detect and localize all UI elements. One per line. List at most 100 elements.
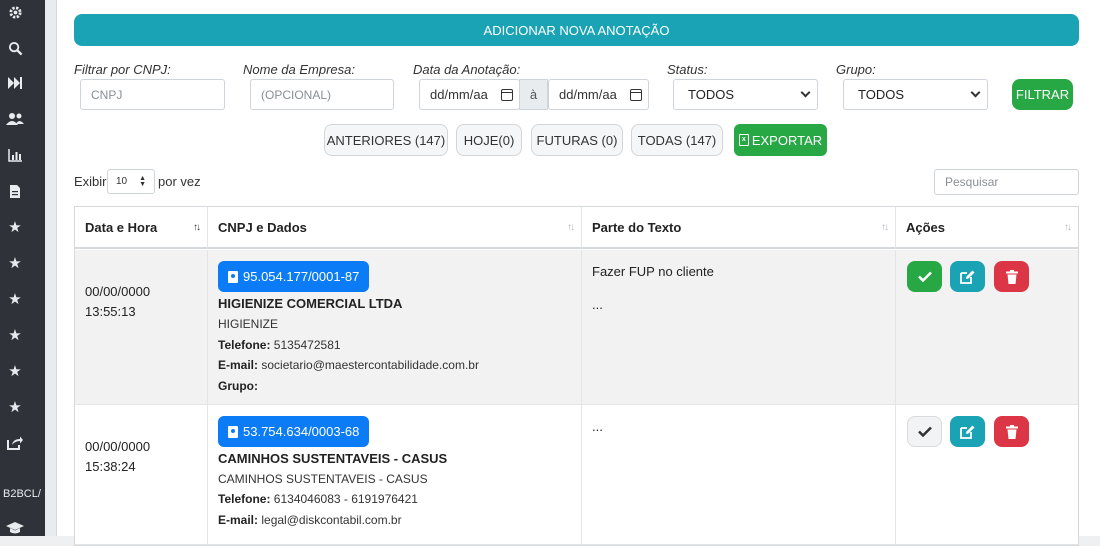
delete-button[interactable] (994, 416, 1029, 447)
gear-icon[interactable] (5, 2, 25, 22)
cnpj-badge[interactable]: 53.754.634/0003-68 (218, 416, 370, 447)
group-select[interactable]: TODOS (843, 79, 988, 110)
cnpj-cell: 95.054.177/0001-87 HIGIENIZE COMERCIAL L… (208, 250, 582, 404)
date-filter-label: Data da Anotação: (413, 62, 521, 77)
calendar-icon[interactable] (501, 88, 513, 101)
graduation-cap-icon[interactable] (5, 518, 25, 538)
cnpj-cell: 53.754.634/0003-68 CAMINHOS SUSTENTAVEIS… (208, 405, 582, 544)
sidebar: ★ ★ ★ ★ ★ ★ B2BCL/ (0, 0, 45, 536)
show-label: Exibir (74, 174, 107, 189)
date-from-input[interactable]: dd/mm/aa (419, 79, 520, 110)
sort-icon[interactable]: ↑↓ (881, 222, 889, 233)
group-filter-label: Grupo: (836, 62, 876, 77)
complete-button[interactable] (907, 416, 942, 447)
column-header-actions[interactable]: Ações ↑↓ (896, 207, 1078, 249)
column-header-label: Data e Hora (85, 219, 158, 235)
date-from-value: dd/mm/aa (430, 87, 488, 102)
company-group: Grupo: (218, 379, 258, 393)
phone-label: Telefone: (218, 338, 271, 352)
sort-icon[interactable]: ↑↓ (1064, 222, 1072, 233)
date-to-input[interactable]: dd/mm/aa (548, 79, 649, 110)
phone-label: Telefone: (218, 492, 271, 506)
email-label: E-mail: (218, 358, 259, 372)
annotations-table: Data e Hora ↑↓ CNPJ e Dados ↑↓ Parte do … (74, 206, 1079, 546)
company-name: HIGIENIZE COMERCIAL LTDA (218, 296, 403, 311)
company-filter-label: Nome da Empresa: (243, 62, 355, 77)
previous-filter-button[interactable]: ANTERIORES (147) (324, 124, 448, 156)
excel-file-icon: x (738, 134, 749, 146)
check-icon (917, 271, 932, 282)
star-icon[interactable]: ★ (5, 325, 25, 345)
calendar-icon[interactable] (630, 88, 642, 101)
company-email: E-mail: societario@maestercontabilidade.… (218, 358, 479, 372)
email-value: societario@maestercontabilidade.com.br (261, 358, 479, 372)
email-label: E-mail: (218, 513, 259, 527)
email-value: legal@diskcontabil.com.br (261, 513, 402, 527)
company-name: CAMINHOS SUSTENTAVEIS - CASUS (218, 451, 448, 466)
sort-asc-icon[interactable]: ↑↓ (193, 222, 201, 233)
table-row: 00/00/0000 15:38:24 53.754.634/0003-68 C… (75, 405, 1078, 545)
edit-icon (960, 425, 975, 439)
file-icon[interactable] (5, 181, 25, 201)
status-select-value: TODOS (688, 87, 734, 102)
future-filter-button[interactable]: FUTURAS (0) (531, 124, 623, 156)
complete-button[interactable] (907, 261, 942, 292)
date-separator: à (519, 79, 548, 110)
brand-text: B2BCL/ (3, 488, 41, 500)
company-input[interactable]: (OPCIONAL) (250, 79, 394, 110)
column-header-label: CNPJ e Dados (218, 219, 307, 235)
edit-button[interactable] (950, 416, 985, 447)
filter-button[interactable]: FILTRAR (1012, 79, 1073, 110)
chevron-down-icon (800, 87, 811, 98)
users-icon[interactable] (5, 109, 25, 129)
row-time: 15:38:24 (85, 459, 136, 474)
sort-icon[interactable]: ↑↓ (567, 222, 575, 233)
export-button[interactable]: x EXPORTAR (734, 124, 827, 156)
company-fantasy-name: HIGIENIZE (218, 317, 279, 331)
up-down-icon: ▲ ▼ (139, 174, 147, 188)
star-icon[interactable]: ★ (5, 361, 25, 381)
trash-icon (1005, 269, 1018, 284)
column-header-date[interactable]: Data e Hora ↑↓ (75, 207, 208, 249)
row-date: 00/00/0000 (85, 284, 151, 299)
cnpj-filter-label: Filtrar por CNPJ: (74, 62, 171, 77)
delete-button[interactable] (994, 261, 1029, 292)
id-card-icon (228, 270, 238, 283)
star-icon[interactable]: ★ (5, 217, 25, 237)
phone-value: 6134046083 - 6191976421 (273, 492, 418, 506)
column-header-text[interactable]: Parte do Texto ↑↓ (582, 207, 896, 249)
cnpj-value: 95.054.177/0001-87 (243, 269, 360, 284)
add-annotation-button[interactable]: ADICIONAR NOVA ANOTAÇÃO (74, 14, 1079, 46)
column-header-label: Parte do Texto (592, 219, 682, 235)
actions-cell (896, 405, 1078, 544)
date-cell: 00/00/0000 15:38:24 (75, 405, 208, 544)
annotation-text-ellipsis: ... (592, 419, 603, 434)
status-filter-label: Status: (667, 62, 708, 77)
share-icon[interactable] (5, 433, 25, 453)
main-content: ADICIONAR NOVA ANOTAÇÃO Filtrar por CNPJ… (57, 0, 1100, 546)
chart-icon[interactable] (5, 145, 25, 165)
company-phone: Telefone: 5135472581 (218, 338, 341, 352)
page-length-select[interactable]: 10 ▲ ▼ (107, 169, 155, 194)
all-filter-button[interactable]: TODAS (147) (631, 124, 723, 156)
search-icon[interactable] (5, 38, 25, 58)
search-input[interactable]: Pesquisar (934, 169, 1079, 195)
fast-forward-icon[interactable] (5, 73, 25, 93)
cnpj-badge[interactable]: 95.054.177/0001-87 (218, 261, 370, 292)
annotation-text-ellipsis: ... (592, 297, 603, 312)
edit-button[interactable] (950, 261, 985, 292)
column-header-cnpj[interactable]: CNPJ e Dados ↑↓ (208, 207, 582, 249)
star-icon[interactable]: ★ (5, 253, 25, 273)
chevron-down-icon (970, 87, 981, 98)
status-select[interactable]: TODOS (673, 79, 818, 110)
company-email: E-mail: legal@diskcontabil.com.br (218, 513, 402, 527)
cnpj-value: 53.754.634/0003-68 (243, 424, 360, 439)
today-filter-button[interactable]: HOJE(0) (456, 124, 522, 156)
check-icon (917, 426, 932, 437)
cnpj-input[interactable]: CNPJ (80, 79, 225, 110)
star-icon[interactable]: ★ (5, 289, 25, 309)
star-icon[interactable]: ★ (5, 397, 25, 417)
per-page-label: por vez (158, 174, 201, 189)
table-row: 00/00/0000 13:55:13 95.054.177/0001-87 H… (75, 250, 1078, 405)
company-phone: Telefone: 6134046083 - 6191976421 (218, 492, 418, 506)
